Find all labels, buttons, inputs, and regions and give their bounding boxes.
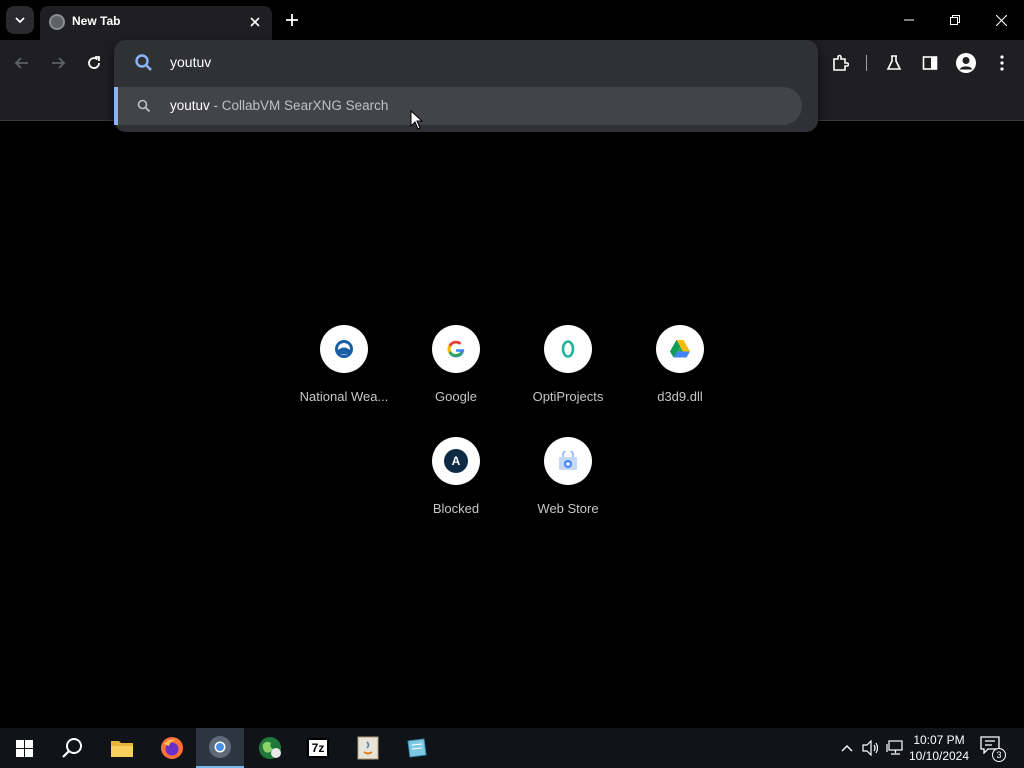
optiprojects-icon — [561, 340, 575, 358]
shortcut-icon-container — [656, 325, 704, 373]
tab-title: New Tab — [72, 14, 121, 28]
taskbar-firefox[interactable] — [148, 728, 196, 768]
minimize-icon — [904, 19, 914, 21]
taskbar-clock[interactable]: 10:07 PM 10/10/2024 — [904, 732, 974, 764]
profile-button[interactable] — [952, 49, 980, 77]
restore-icon — [950, 15, 960, 25]
clock-date: 10/10/2024 — [908, 749, 970, 763]
taskbar-java-installer[interactable] — [344, 728, 392, 768]
taskbar-file-explorer[interactable] — [98, 728, 146, 768]
side-panel-icon — [922, 56, 938, 70]
back-button[interactable] — [8, 49, 36, 77]
shortcut-label: Google — [435, 389, 477, 404]
chrome-icon — [209, 736, 231, 758]
shortcut-icon-container — [320, 325, 368, 373]
taskbar-chrome[interactable] — [196, 728, 244, 768]
omnibox: youtuv youtuv - CollabVM SearXNG Search — [114, 40, 818, 132]
restore-button[interactable] — [932, 0, 978, 40]
taskbar-7zip[interactable]: 7z — [294, 728, 342, 768]
new-tab-button[interactable] — [280, 8, 304, 32]
google-drive-icon — [670, 340, 690, 358]
arrow-right-icon — [52, 57, 66, 69]
toolbar-divider — [866, 55, 867, 71]
shortcut-label: Web Store — [537, 501, 599, 516]
close-window-button[interactable] — [978, 0, 1024, 40]
shortcut-icon-container — [544, 325, 592, 373]
notepad-icon — [407, 738, 427, 758]
start-icon — [15, 739, 33, 757]
shortcut-label: OptiProjects — [532, 389, 604, 404]
minimize-button[interactable] — [886, 0, 932, 40]
shortcut-d3d9[interactable]: d3d9.dll — [624, 325, 736, 425]
shortcut-icon-container — [544, 437, 592, 485]
google-icon — [447, 340, 465, 358]
file-explorer-icon — [111, 741, 133, 757]
shortcut-web-store[interactable]: Web Store — [512, 437, 624, 537]
java-installer-icon — [357, 736, 379, 760]
close-icon — [250, 17, 260, 27]
action-center-button[interactable]: 3 — [980, 736, 1006, 762]
flask-icon — [886, 55, 902, 70]
earth-icon — [259, 737, 281, 759]
web-store-icon — [559, 451, 577, 470]
shortcut-icon-container — [432, 325, 480, 373]
speaker-icon — [862, 740, 879, 756]
chrome-favicon-icon — [49, 14, 65, 30]
network-icon — [886, 740, 903, 755]
shortcut-blocked[interactable]: A Blocked — [400, 437, 512, 537]
tab-search-button[interactable] — [6, 6, 34, 34]
suggestion-query: youtuv — [170, 98, 210, 113]
reload-button[interactable] — [80, 49, 108, 77]
noaa-icon — [335, 340, 353, 358]
arrow-left-icon — [14, 57, 28, 69]
suggestion-separator: - — [209, 98, 222, 113]
extensions-button[interactable] — [826, 49, 854, 77]
tab-close-button[interactable] — [246, 13, 264, 31]
suggestion-focus-indicator — [114, 87, 118, 125]
tab-strip: New Tab — [0, 0, 1024, 40]
shortcut-national-weather[interactable]: National Wea... — [288, 325, 400, 425]
tray-show-hidden[interactable] — [837, 738, 857, 758]
tray-network[interactable] — [885, 738, 905, 758]
plus-icon — [286, 14, 298, 26]
blocked-icon: A — [444, 449, 468, 473]
shortcut-optiprojects[interactable]: OptiProjects — [512, 325, 624, 425]
shortcut-label: d3d9.dll — [657, 389, 703, 404]
tray-volume[interactable] — [861, 738, 881, 758]
tab-new-tab[interactable]: New Tab — [40, 6, 272, 40]
more-vertical-icon — [1000, 55, 1004, 71]
shortcut-label: National Wea... — [299, 389, 389, 404]
taskbar-notepad[interactable] — [392, 728, 440, 768]
shortcut-icon-container: A — [432, 437, 480, 485]
omnibox-input[interactable]: youtuv — [170, 54, 211, 70]
puzzle-piece-icon — [833, 54, 849, 71]
suggestion-text: youtuv - CollabVM SearXNG Search — [170, 98, 388, 113]
menu-button[interactable] — [988, 49, 1016, 77]
chevron-down-icon — [15, 17, 25, 24]
side-panel-button[interactable] — [916, 49, 944, 77]
suggestion-description: CollabVM SearXNG Search — [221, 98, 389, 113]
clock-time: 10:07 PM — [913, 733, 965, 747]
chevron-up-icon — [841, 745, 853, 752]
search-icon — [135, 54, 152, 71]
mouse-cursor-icon — [410, 110, 424, 130]
forward-button[interactable] — [44, 49, 72, 77]
taskbar: 7z 10:07 PM 10/10/2024 3 — [0, 728, 1024, 768]
reload-icon — [88, 56, 100, 69]
firefox-icon — [161, 737, 183, 759]
labs-button[interactable] — [880, 49, 908, 77]
7zip-icon: 7z — [307, 738, 329, 758]
search-icon — [137, 99, 151, 113]
search-icon — [62, 738, 82, 758]
shortcut-label: Blocked — [432, 501, 480, 516]
start-button[interactable] — [0, 728, 48, 768]
notification-count-badge: 3 — [992, 748, 1006, 762]
omnibox-suggestion[interactable]: youtuv - CollabVM SearXNG Search — [114, 87, 802, 125]
shortcut-google[interactable]: Google — [400, 325, 512, 425]
taskbar-search-button[interactable] — [48, 728, 96, 768]
taskbar-earth-app[interactable] — [246, 728, 294, 768]
close-icon — [995, 14, 1007, 26]
avatar-icon — [956, 53, 976, 73]
